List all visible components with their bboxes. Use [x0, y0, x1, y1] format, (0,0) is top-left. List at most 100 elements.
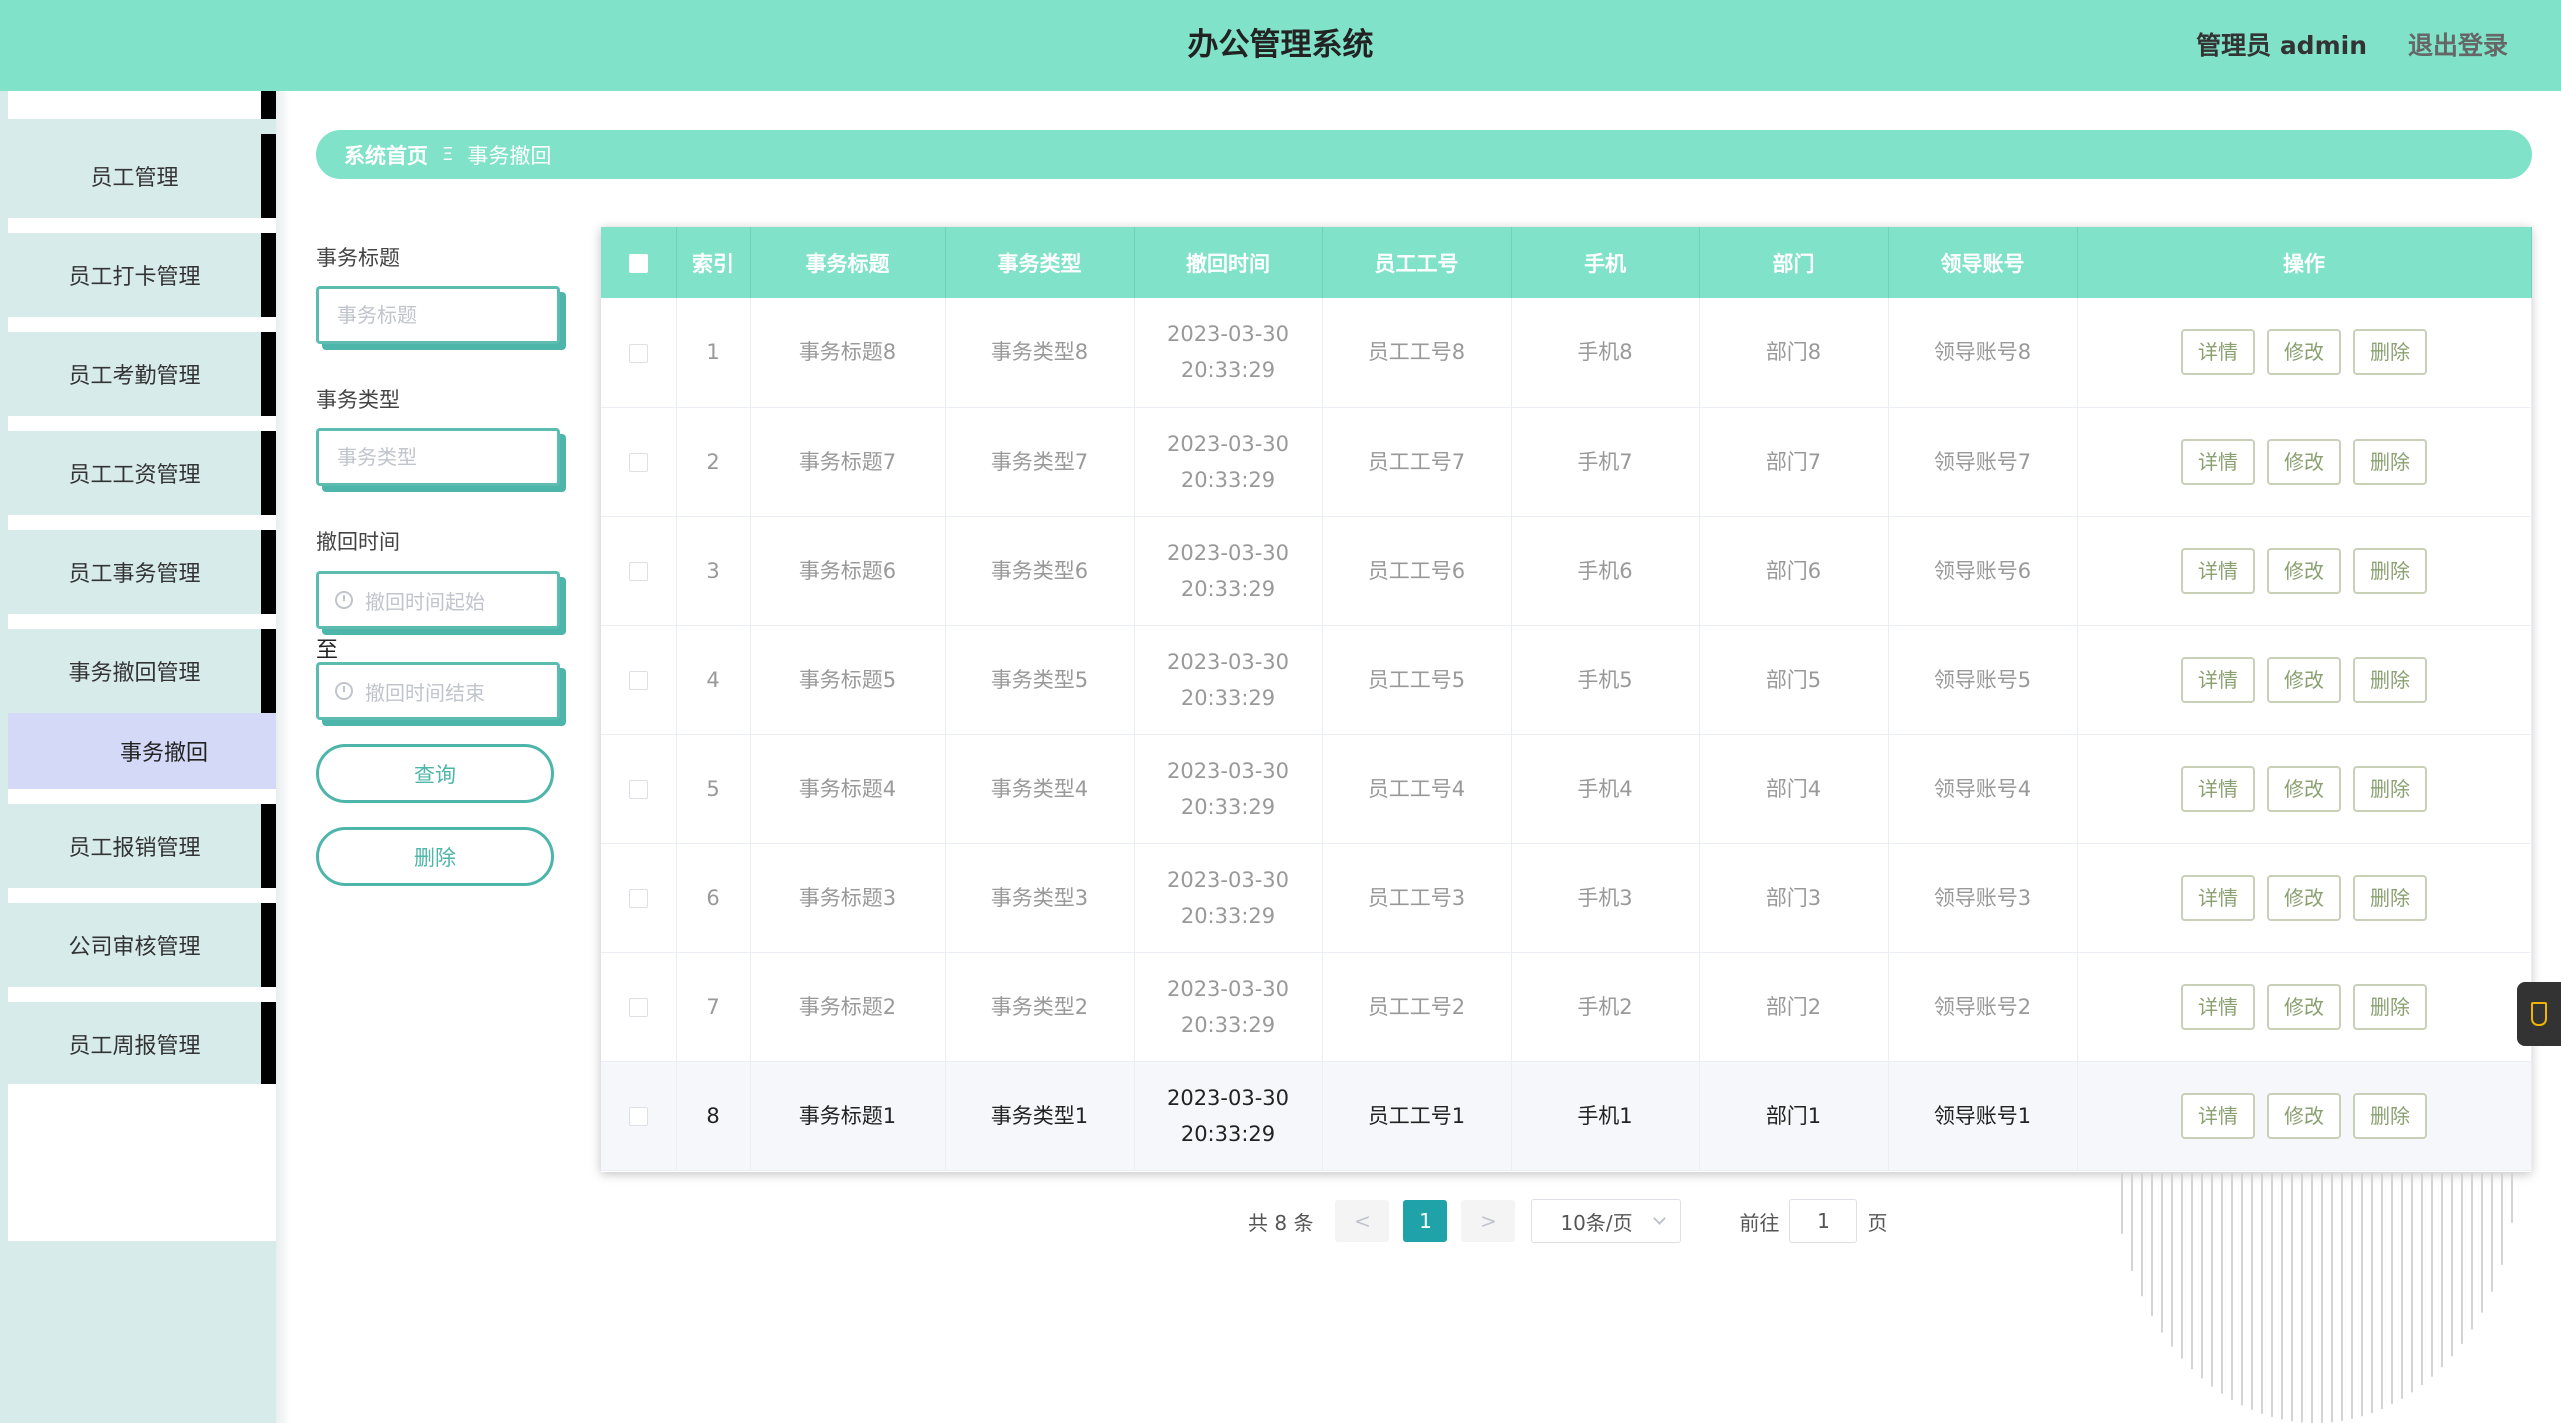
title-filter-input[interactable] — [316, 286, 560, 344]
detail-button[interactable]: 详情 — [2181, 874, 2255, 921]
sidebar-sep — [8, 789, 276, 804]
edit-button[interactable]: 修改 — [2267, 656, 2341, 703]
detail-button[interactable]: 详情 — [2181, 656, 2255, 703]
row-checkbox[interactable] — [601, 407, 677, 516]
cell-leader: 领导账号6 — [1888, 516, 2078, 625]
edit-button[interactable]: 修改 — [2267, 329, 2341, 376]
sidebar-item-label: 员工报销管理 — [68, 836, 201, 861]
float-tool-button[interactable] — [2517, 982, 2561, 1046]
sidebar-sep — [8, 614, 276, 629]
sidebar-bar — [261, 233, 276, 317]
edit-button[interactable]: 修改 — [2267, 1092, 2341, 1139]
row-checkbox[interactable] — [601, 298, 677, 407]
delete-button[interactable]: 删除 — [2353, 656, 2427, 703]
sidebar-sep — [8, 218, 276, 233]
delete-button[interactable]: 删除 — [2353, 983, 2427, 1030]
range-separator: 至 — [316, 638, 339, 663]
page-size-select[interactable]: 10条/页 — [1531, 1199, 1682, 1243]
cell-dept: 部门8 — [1699, 298, 1889, 407]
row-checkbox[interactable] — [601, 843, 677, 952]
delete-button[interactable]: 删除 — [2353, 547, 2427, 594]
sidebar-subitem-withdraw[interactable]: 事务撤回 — [8, 713, 276, 789]
type-filter-input[interactable] — [316, 428, 560, 486]
edit-button[interactable]: 修改 — [2267, 874, 2341, 921]
cell-index: 7 — [676, 952, 751, 1061]
edit-button[interactable]: 修改 — [2267, 438, 2341, 485]
sidebar-empty — [8, 1084, 276, 1241]
page-size-value: 10条/页 — [1560, 1210, 1633, 1235]
edit-button[interactable]: 修改 — [2267, 765, 2341, 812]
logout-button[interactable]: 退出登录 — [2408, 0, 2508, 91]
cell-dept: 部门3 — [1699, 843, 1889, 952]
row-checkbox[interactable] — [601, 734, 677, 843]
sidebar-item-label: 员工工资管理 — [68, 463, 201, 488]
sidebar-bar — [261, 903, 276, 987]
delete-button[interactable]: 删除 — [2353, 765, 2427, 812]
col-index: 索引 — [676, 227, 751, 298]
batch-delete-button[interactable]: 删除 — [316, 827, 554, 886]
title-filter-label: 事务标题 — [316, 246, 400, 270]
sidebar-item-label: 员工事务管理 — [68, 562, 201, 587]
sidebar-item-employee[interactable]: 员工管理 — [8, 134, 261, 218]
cell-phone: 手机8 — [1511, 298, 1700, 407]
cell-time: 2023-03-30 20:33:29 — [1134, 843, 1323, 952]
sidebar-item-weekly-report[interactable]: 员工周报管理 — [8, 1002, 261, 1086]
sidebar-item-reimbursement[interactable]: 员工报销管理 — [8, 804, 261, 888]
cell-index: 5 — [676, 734, 751, 843]
cell-title: 事务标题1 — [750, 1061, 946, 1170]
row-checkbox[interactable] — [601, 625, 677, 734]
row-checkbox[interactable] — [601, 1061, 677, 1170]
cell-title: 事务标题3 — [750, 843, 946, 952]
cell-dept: 部门2 — [1699, 952, 1889, 1061]
sidebar-item-attendance[interactable]: 员工考勤管理 — [8, 332, 261, 416]
sidebar-item-salary[interactable]: 员工工资管理 — [8, 431, 261, 515]
sidebar-bar — [261, 91, 276, 119]
edit-button[interactable]: 修改 — [2267, 983, 2341, 1030]
cell-phone: 手机6 — [1511, 516, 1700, 625]
breadcrumb-current: 事务撤回 — [467, 143, 552, 168]
cell-time: 2023-03-30 20:33:29 — [1134, 298, 1323, 407]
cell-index: 8 — [676, 1061, 751, 1170]
detail-button[interactable]: 详情 — [2181, 329, 2255, 376]
cell-index: 6 — [676, 843, 751, 952]
sidebar-item-audit[interactable]: 公司审核管理 — [8, 903, 261, 987]
cell-phone: 手机2 — [1511, 952, 1700, 1061]
breadcrumb-home[interactable]: 系统首页 — [344, 140, 428, 170]
cell-title: 事务标题4 — [750, 734, 946, 843]
delete-button[interactable]: 删除 — [2353, 329, 2427, 376]
cell-actions: 详情 修改 删除 — [2077, 407, 2532, 516]
delete-button[interactable]: 删除 — [2353, 1092, 2427, 1139]
sidebar-item-checkin[interactable]: 员工打卡管理 — [8, 233, 261, 317]
delete-button[interactable]: 删除 — [2353, 874, 2427, 921]
next-page-button[interactable]: > — [1461, 1200, 1516, 1242]
time-start-placeholder: 撤回时间起始 — [365, 589, 485, 614]
page-number-1[interactable]: 1 — [1403, 1200, 1448, 1242]
sidebar-subitem-label: 事务撤回 — [119, 741, 208, 766]
sidebar-bar — [261, 1002, 276, 1086]
query-button[interactable]: 查询 — [316, 744, 554, 803]
detail-button[interactable]: 详情 — [2181, 1092, 2255, 1139]
select-all-checkbox[interactable] — [601, 227, 677, 298]
edit-button[interactable]: 修改 — [2267, 547, 2341, 594]
cell-phone: 手机1 — [1511, 1061, 1700, 1170]
delete-button[interactable]: 删除 — [2353, 438, 2427, 485]
row-checkbox[interactable] — [601, 516, 677, 625]
time-end-input[interactable]: 撤回时间结束 — [316, 662, 560, 720]
sidebar-bar — [261, 804, 276, 888]
time-start-input[interactable]: 撤回时间起始 — [316, 571, 560, 629]
detail-button[interactable]: 详情 — [2181, 547, 2255, 594]
detail-button[interactable]: 详情 — [2181, 438, 2255, 485]
row-checkbox[interactable] — [601, 952, 677, 1061]
cell-phone: 手机3 — [1511, 843, 1700, 952]
sidebar-item-withdraw-management[interactable]: 事务撤回管理 — [8, 629, 261, 713]
cell-title: 事务标题8 — [750, 298, 946, 407]
top-header: 办公管理系统 管理员 admin 退出登录 — [0, 0, 2561, 91]
admin-username: 管理员 admin — [2196, 31, 2367, 60]
cell-time: 2023-03-30 20:33:29 — [1134, 407, 1323, 516]
prev-page-button[interactable]: < — [1335, 1200, 1390, 1242]
sidebar-shadow — [276, 91, 290, 1423]
detail-button[interactable]: 详情 — [2181, 765, 2255, 812]
goto-page-input[interactable] — [1789, 1199, 1858, 1243]
sidebar-item-affairs[interactable]: 员工事务管理 — [8, 530, 261, 614]
detail-button[interactable]: 详情 — [2181, 983, 2255, 1030]
